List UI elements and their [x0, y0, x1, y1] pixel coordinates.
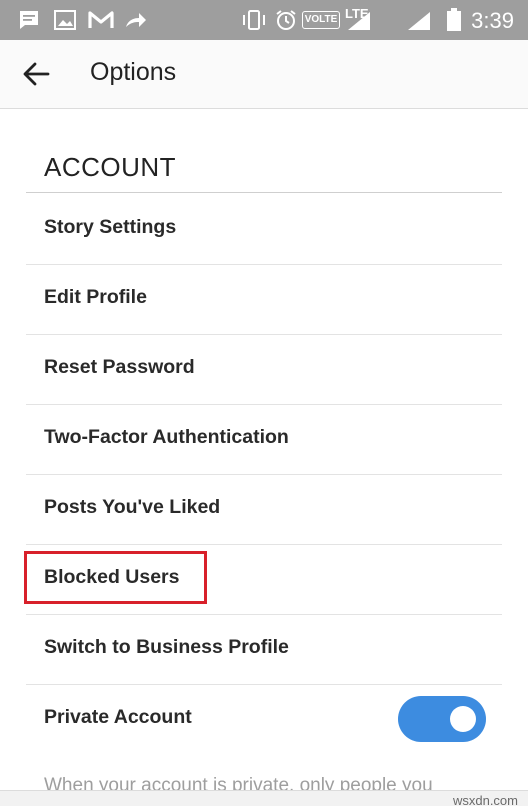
message-icon — [20, 11, 38, 29]
page-title: Options — [90, 58, 177, 86]
forward-icon — [126, 13, 146, 27]
app-bar: Options — [0, 40, 528, 109]
private-account-toggle[interactable] — [398, 696, 486, 742]
status-time: 3:39 — [471, 8, 514, 33]
option-edit-profile[interactable]: Edit Profile — [26, 264, 502, 335]
signal-icon-2 — [408, 12, 430, 30]
status-bar: VOLTE LTE 3:39 — [0, 0, 528, 40]
alarm-icon — [276, 10, 296, 30]
toggle-knob — [450, 706, 476, 732]
signal-icon — [348, 12, 370, 30]
battery-icon — [447, 8, 461, 31]
section-divider — [26, 192, 502, 193]
option-private-account[interactable]: Private Account — [26, 684, 502, 754]
option-label: Edit Profile — [44, 286, 147, 308]
back-button[interactable] — [14, 54, 58, 94]
option-label: Switch to Business Profile — [44, 636, 289, 658]
option-label: Two-Factor Authentication — [44, 426, 289, 448]
option-label: Story Settings — [44, 216, 177, 238]
option-story-settings[interactable]: Story Settings — [26, 194, 502, 265]
watermark: wsxdn.com — [452, 793, 518, 808]
option-reset-password[interactable]: Reset Password — [26, 334, 502, 405]
section-header-account: ACCOUNT — [44, 152, 177, 182]
image-icon — [54, 10, 76, 30]
arrow-back-icon — [23, 62, 50, 86]
bottom-strip: wsxdn.com — [0, 790, 528, 808]
option-label: Private Account — [44, 706, 192, 728]
option-posts-you-liked[interactable]: Posts You've Liked — [26, 474, 502, 545]
option-switch-to-business-profile[interactable]: Switch to Business Profile — [26, 614, 502, 685]
option-two-factor-authentication[interactable]: Two-Factor Authentication — [26, 404, 502, 475]
vibrate-icon — [243, 10, 265, 30]
option-label: Posts You've Liked — [44, 496, 221, 518]
highlight-box — [24, 551, 207, 604]
gmail-icon — [88, 11, 114, 28]
option-label: Reset Password — [44, 356, 195, 378]
volte-badge: VOLTE — [302, 11, 340, 29]
